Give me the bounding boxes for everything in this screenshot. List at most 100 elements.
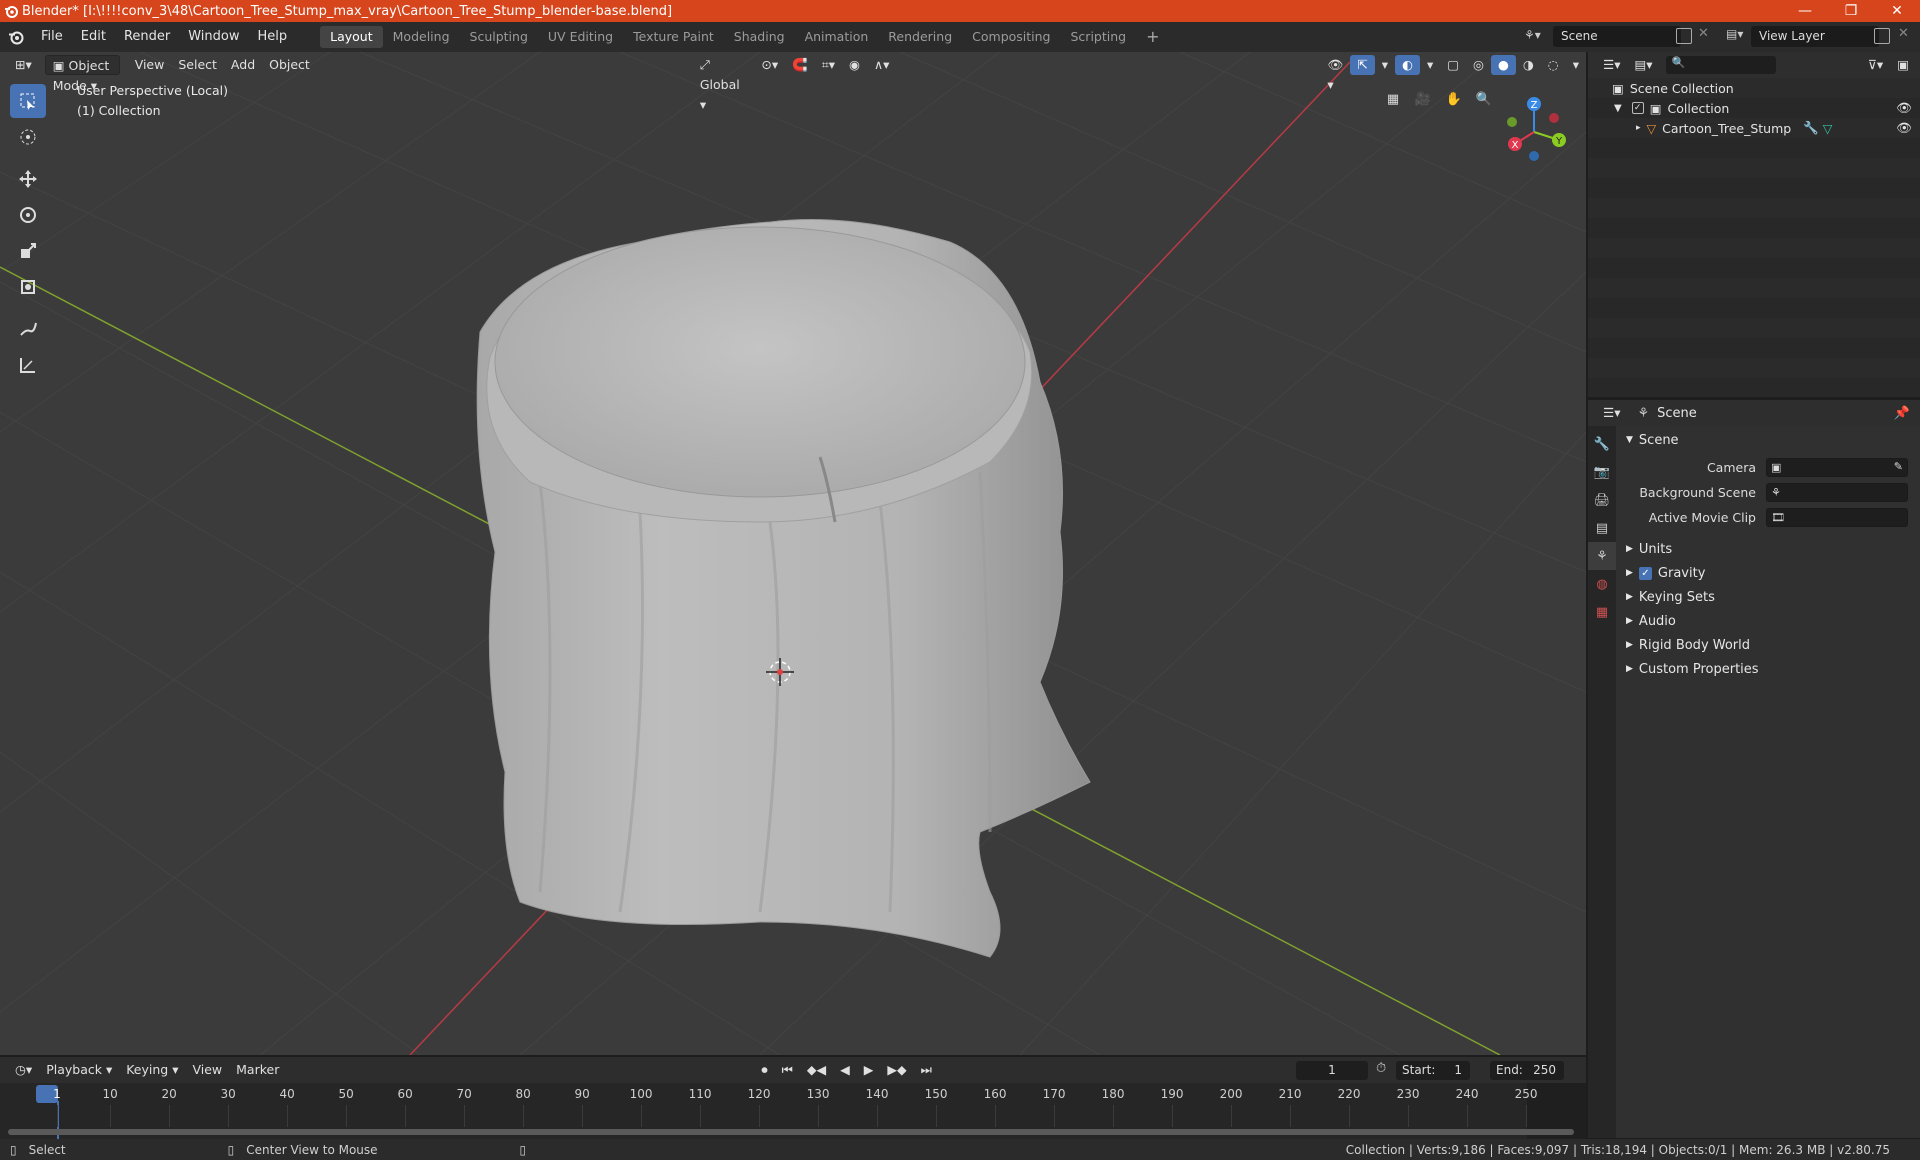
proportional-edit-icon[interactable]: ◉ <box>842 55 867 75</box>
expand-arrow-icon[interactable]: ▸ <box>1636 123 1641 133</box>
move-tool-icon[interactable] <box>10 162 46 196</box>
marker-menu[interactable]: Marker <box>229 1060 286 1080</box>
view-layer-icon[interactable]: ▤▾ <box>1726 27 1743 41</box>
delete-scene-icon[interactable]: ✕ <box>1698 26 1709 41</box>
play-reverse-icon[interactable]: ◀ <box>833 1060 857 1080</box>
shading-solid-icon[interactable]: ● <box>1490 55 1516 75</box>
falloff-icon[interactable]: ∧▾ <box>867 55 896 75</box>
snap-target-icon[interactable]: ⌗▾ <box>815 55 842 75</box>
menu-help[interactable]: Help <box>249 25 297 49</box>
next-keyframe-icon[interactable]: ▶◆ <box>880 1060 913 1080</box>
shading-wireframe-icon[interactable]: ◎ <box>1466 55 1491 75</box>
cursor-tool-icon[interactable] <box>10 120 46 154</box>
playback-menu[interactable]: Playback ▾ <box>39 1060 119 1080</box>
menu-file[interactable]: File <box>32 25 72 49</box>
toggle-camera-ortho-icon[interactable]: ▦ <box>1380 86 1406 112</box>
background-scene-field[interactable]: ⚘ <box>1766 483 1908 502</box>
gizmo-dropdown-icon[interactable]: ▾ <box>1375 55 1395 75</box>
play-icon[interactable]: ▶ <box>857 1060 881 1080</box>
select-menu[interactable]: Select <box>171 55 224 75</box>
camera-view-icon[interactable]: 🎥 <box>1410 86 1436 112</box>
mesh-data-icon[interactable]: ▽ <box>1823 121 1833 136</box>
units-panel-header[interactable]: ▶ Units <box>1618 537 1920 561</box>
add-menu[interactable]: Add <box>224 55 262 75</box>
gravity-checkbox[interactable]: ✓ <box>1638 566 1652 580</box>
outliner-editor-icon[interactable]: ☰▾ <box>1596 55 1627 75</box>
rigid-body-world-panel-header[interactable]: ▶ Rigid Body World <box>1618 633 1920 657</box>
editor-type-icon[interactable]: ⊞▾ <box>8 55 39 75</box>
pivot-icon[interactable]: ⊙▾ <box>754 55 785 75</box>
record-icon[interactable]: ⏺ <box>754 1060 774 1080</box>
outliner-search-input[interactable]: 🔍 <box>1665 56 1776 74</box>
object-menu[interactable]: Object <box>262 55 317 75</box>
shading-material-icon[interactable]: ◑ <box>1516 55 1541 75</box>
active-movie-clip-field[interactable]: 🎞 <box>1766 508 1908 527</box>
delete-view-layer-icon[interactable]: ✕ <box>1898 26 1909 41</box>
collection-checkbox[interactable]: ✓ <box>1631 102 1644 114</box>
output-tab-icon[interactable]: 🖨 <box>1588 486 1616 514</box>
view-layer-tab-icon[interactable]: ▤ <box>1588 514 1616 542</box>
maximize-button[interactable]: ❐ <box>1828 0 1874 22</box>
visibility-icon[interactable]: 👁▾ <box>1320 55 1350 92</box>
blender-menu-icon[interactable] <box>0 22 32 52</box>
timeline-editor-icon[interactable]: ◷▾ <box>8 1060 39 1080</box>
render-tab-icon[interactable]: 📷 <box>1588 458 1616 486</box>
navigation-gizmo[interactable]: Z Y X <box>1496 92 1576 172</box>
pan-view-icon[interactable]: ✋ <box>1441 86 1467 112</box>
annotate-tool-icon[interactable] <box>10 312 46 346</box>
jump-start-icon[interactable]: ⏮ <box>775 1060 800 1080</box>
filter-icon[interactable]: ⊽▾ <box>1861 55 1890 75</box>
tab-compositing[interactable]: Compositing <box>962 26 1060 48</box>
eyedropper-icon[interactable]: ✎ <box>1894 460 1903 473</box>
tab-shading[interactable]: Shading <box>724 26 795 48</box>
view-menu[interactable]: View <box>128 55 172 75</box>
scene-type-icon[interactable]: ⚘▾ <box>1524 28 1550 46</box>
camera-field[interactable]: ▣ ✎ <box>1766 458 1908 477</box>
stopwatch-icon[interactable]: ⏱ <box>1376 1061 1386 1076</box>
select-box-tool-icon[interactable] <box>10 84 46 118</box>
tab-layout[interactable]: Layout <box>320 26 383 48</box>
new-view-layer-icon[interactable] <box>1874 28 1890 44</box>
eye-icon[interactable]: 👁 <box>1896 120 1912 136</box>
tab-uv-editing[interactable]: UV Editing <box>538 26 623 48</box>
overlay-toggle-icon[interactable]: ◐ <box>1395 55 1420 75</box>
view-layer-selector[interactable]: View Layer <box>1751 26 1879 47</box>
shading-rendered-icon[interactable]: ◌ <box>1541 55 1566 75</box>
tool-tab-icon[interactable]: 🔧 <box>1588 430 1616 458</box>
snap-icon[interactable]: 🧲 <box>785 55 815 75</box>
end-frame-field[interactable]: End: 250 <box>1490 1061 1564 1080</box>
tab-scripting[interactable]: Scripting <box>1061 26 1137 48</box>
outliner-scene-collection[interactable]: ▣ Scene Collection <box>1588 78 1920 98</box>
properties-editor-icon[interactable]: ☰▾ <box>1596 403 1627 423</box>
scene-selector[interactable]: Scene <box>1553 26 1681 47</box>
expand-arrow-icon[interactable]: ▼ <box>1614 103 1622 114</box>
texture-tab-icon[interactable]: ▦ <box>1588 598 1616 626</box>
gravity-panel-header[interactable]: ▶ ✓ Gravity <box>1618 561 1920 585</box>
world-tab-icon[interactable]: ◍ <box>1588 570 1616 598</box>
measure-tool-icon[interactable] <box>10 348 46 382</box>
new-collection-icon[interactable]: ▣ <box>1890 55 1916 75</box>
tab-animation[interactable]: Animation <box>795 26 879 48</box>
custom-properties-panel-header[interactable]: ▶ Custom Properties <box>1618 657 1920 681</box>
new-scene-icon[interactable] <box>1676 28 1692 44</box>
rotate-tool-icon[interactable] <box>10 198 46 232</box>
prev-keyframe-icon[interactable]: ◆◀ <box>800 1060 833 1080</box>
transform-tool-icon[interactable] <box>10 270 46 304</box>
timeline-view-menu[interactable]: View <box>185 1060 229 1080</box>
transform-orientation-dropdown[interactable]: ⤢ Global ▾ <box>693 55 749 112</box>
tab-sculpting[interactable]: Sculpting <box>460 26 538 48</box>
tab-texture-paint[interactable]: Texture Paint <box>623 26 724 48</box>
scene-tab-icon[interactable]: ⚘ <box>1588 542 1616 570</box>
zoom-view-icon[interactable]: 🔍 <box>1471 86 1497 112</box>
timeline-scrollbar[interactable] <box>8 1129 1574 1135</box>
tab-modeling[interactable]: Modeling <box>383 26 460 48</box>
pin-icon[interactable]: 📌 <box>1894 406 1910 421</box>
menu-edit[interactable]: Edit <box>72 25 115 49</box>
keying-menu[interactable]: Keying ▾ <box>119 1060 185 1080</box>
tab-rendering[interactable]: Rendering <box>878 26 962 48</box>
jump-end-icon[interactable]: ⏭ <box>914 1060 939 1080</box>
keying-sets-panel-header[interactable]: ▶ Keying Sets <box>1618 585 1920 609</box>
display-mode-icon[interactable]: ▤▾ <box>1627 55 1659 75</box>
timeline-ruler[interactable]: 1 10 20 30 40 50 60 70 80 90 100 110 120 130 140 150 160… <box>0 1083 1586 1139</box>
start-frame-field[interactable]: Start: 1 <box>1396 1061 1470 1080</box>
